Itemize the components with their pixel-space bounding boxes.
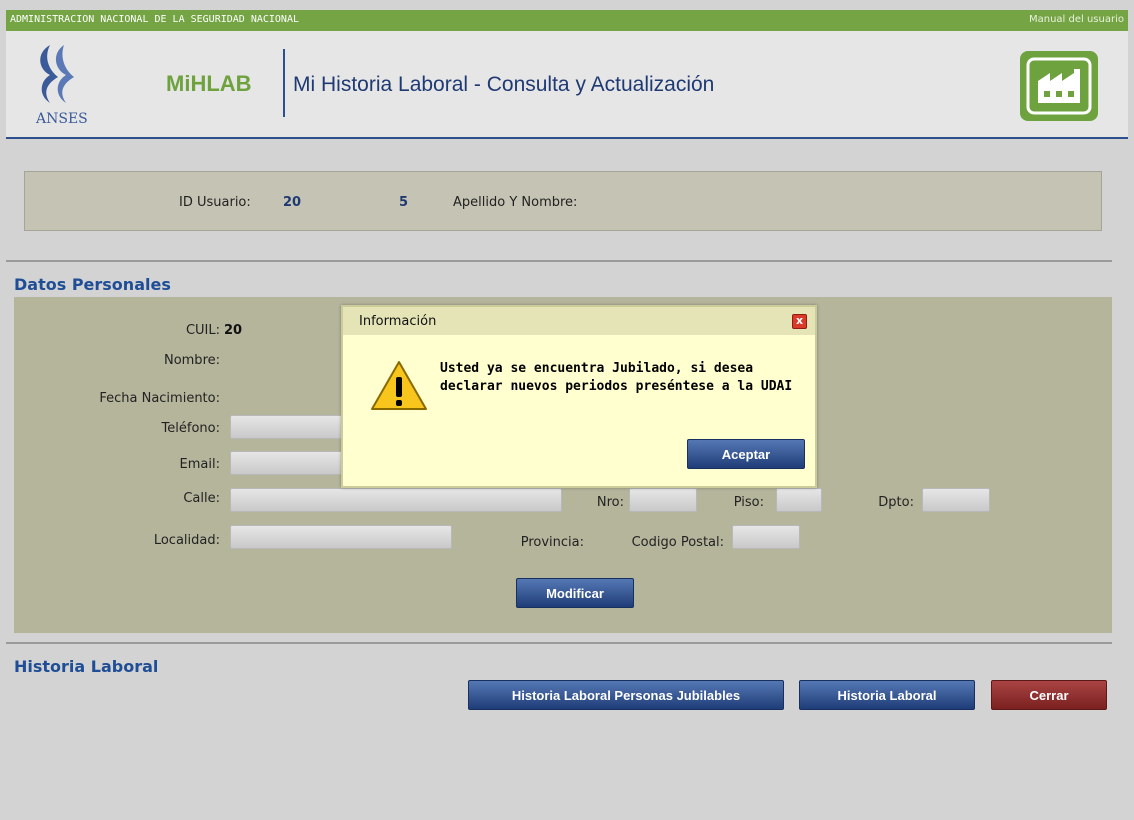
calle-label: Calle: xyxy=(183,491,220,506)
nro-label: Nro: xyxy=(596,495,624,510)
personal-data-title: Datos Personales xyxy=(14,275,171,294)
piso-field[interactable] xyxy=(776,488,822,512)
aceptar-button[interactable]: Aceptar xyxy=(687,439,805,469)
localidad-field[interactable] xyxy=(230,525,452,549)
divider xyxy=(6,260,1112,262)
work-history-button[interactable]: Historia Laboral xyxy=(799,680,975,710)
app-subtitle: Mi Historia Laboral - Consulta y Actuali… xyxy=(293,73,715,96)
app-header: ANSES MiHLAB Mi Historia Laboral - Consu… xyxy=(6,31,1128,139)
top-bar: ADMINISTRACION NACIONAL DE LA SEGURIDAD … xyxy=(6,10,1128,31)
organization-name: ADMINISTRACION NACIONAL DE LA SEGURIDAD … xyxy=(10,14,299,25)
user-name-label: Apellido Y Nombre: xyxy=(453,195,578,210)
nro-field[interactable] xyxy=(629,488,697,512)
anses-logo-icon xyxy=(40,45,74,103)
fecha-nacimiento-label: Fecha Nacimiento: xyxy=(99,391,220,406)
dialog-message: Usted ya se encuentra Jubilado, si desea… xyxy=(440,361,793,394)
user-id-prefix: 20 xyxy=(283,195,302,210)
localidad-label: Localidad: xyxy=(153,533,220,548)
app-name: MiHLAB xyxy=(166,71,252,96)
dialog-close-icon[interactable]: x xyxy=(792,314,807,329)
codigo-postal-field[interactable] xyxy=(732,525,800,549)
work-history-title: Historia Laboral xyxy=(14,657,159,676)
cuil-label: CUIL: xyxy=(185,323,220,338)
email-label: Email: xyxy=(179,457,220,472)
telefono-field[interactable] xyxy=(230,415,344,439)
history-retirees-button[interactable]: Historia Laboral Personas Jubilables xyxy=(468,680,784,710)
codigo-postal-label: Codigo Postal: xyxy=(631,535,724,550)
dialog-title: Información xyxy=(359,314,437,329)
anses-logo: ANSES xyxy=(20,39,100,127)
telefono-label: Teléfono: xyxy=(161,421,220,436)
modificar-button[interactable]: Modificar xyxy=(516,578,634,608)
piso-label: Piso: xyxy=(733,495,764,510)
dpto-field[interactable] xyxy=(922,488,990,512)
warning-icon xyxy=(371,361,427,410)
dpto-label: Dpto: xyxy=(878,495,914,510)
user-manual-link[interactable]: Manual del usuario xyxy=(1029,14,1124,25)
user-id-suffix: 5 xyxy=(399,195,409,210)
user-id-label: ID Usuario: xyxy=(179,195,251,210)
calle-field[interactable] xyxy=(230,488,562,512)
close-button[interactable]: Cerrar xyxy=(991,680,1107,710)
cuil-value: 20 xyxy=(224,323,243,338)
email-field[interactable] xyxy=(230,451,344,475)
user-info-panel: ID Usuario: 20 5 Apellido Y Nombre: xyxy=(24,171,1102,231)
dialog-titlebar: Información x xyxy=(343,307,815,335)
divider xyxy=(6,642,1112,644)
info-dialog: Información x Usted ya se encuentra Jubi… xyxy=(341,305,817,488)
logo-text: ANSES xyxy=(36,111,88,127)
factory-icon xyxy=(1020,51,1098,121)
title-divider xyxy=(283,49,285,117)
nombre-label: Nombre: xyxy=(163,353,220,368)
provincia-label: Provincia: xyxy=(520,535,584,550)
